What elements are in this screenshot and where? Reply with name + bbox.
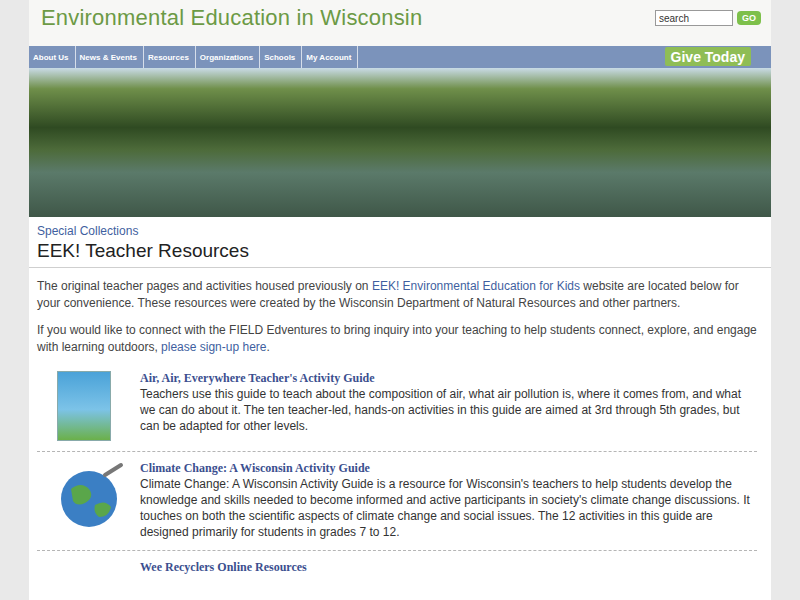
globe-icon [57,461,127,531]
resource-list: Air, Air, Everywhere Teacher's Activity … [29,362,771,585]
nav-item[interactable]: News & Events [76,46,144,68]
resource-title[interactable]: Air, Air, Everywhere Teacher's Activity … [140,371,757,386]
resource-item: Climate Change: A Wisconsin Activity Gui… [37,452,757,551]
banner-image [29,68,771,217]
nav-item[interactable]: Organizations [196,46,260,68]
nav-item[interactable]: Schools [260,46,302,68]
nav-item[interactable]: My Account [302,46,358,68]
header: Environmental Education in Wisconsin GO [29,0,771,46]
intro: The original teacher pages and activitie… [29,268,771,362]
thumbnail [57,461,140,540]
search-bar: GO [655,10,761,26]
nav-bar: About UsNews & EventsResourcesOrganizati… [29,46,771,68]
thumbnail [57,371,140,441]
go-button[interactable]: GO [737,11,761,25]
page: Environmental Education in Wisconsin GO Ab… [0,0,800,600]
content: Special CollectionsEEK! Teacher Resource… [29,217,771,585]
nav-items: About UsNews & EventsResourcesOrganizati… [29,46,358,68]
resource-body: Climate Change: A Wisconsin Activity Gui… [140,461,757,540]
search-input[interactable] [655,10,733,26]
nav-item[interactable]: About Us [29,46,76,68]
title-block: Special CollectionsEEK! Teacher Resource… [29,217,771,268]
breadcrumb-link[interactable]: Special Collections [37,223,763,239]
resource-item: Wee Recyclers Online Resources [37,551,757,585]
resource-title[interactable]: Climate Change: A Wisconsin Activity Gui… [140,461,757,476]
inline-link[interactable]: EEK! Environmental Education for Kids [372,279,580,293]
intro-paragraph: The original teacher pages and activitie… [37,278,763,312]
inline-link[interactable]: please sign-up here [161,340,266,354]
book-cover[interactable] [57,371,111,441]
intro-paragraph: If you would like to connect with the FI… [37,322,763,356]
resource-body: Air, Air, Everywhere Teacher's Activity … [140,371,757,441]
resource-body: Wee Recyclers Online Resources [140,560,757,575]
text: . [266,340,269,354]
nav-item[interactable]: Resources [144,46,196,68]
resource-description: Climate Change: A Wisconsin Activity Gui… [140,476,757,540]
thumbnail [57,560,140,575]
give-button[interactable]: Give Today [665,47,751,66]
page-title: EEK! Teacher Resources [37,239,763,263]
text: The original teacher pages and activitie… [37,279,372,293]
resource-item: Air, Air, Everywhere Teacher's Activity … [37,362,757,452]
text: If you would like to connect with the FI… [37,323,757,354]
site-column: Environmental Education in Wisconsin GO Ab… [29,0,771,600]
site-title[interactable]: Environmental Education in Wisconsin [41,5,422,31]
resource-description: Teachers use this guide to teach about t… [140,386,757,434]
resource-title[interactable]: Wee Recyclers Online Resources [140,560,757,575]
